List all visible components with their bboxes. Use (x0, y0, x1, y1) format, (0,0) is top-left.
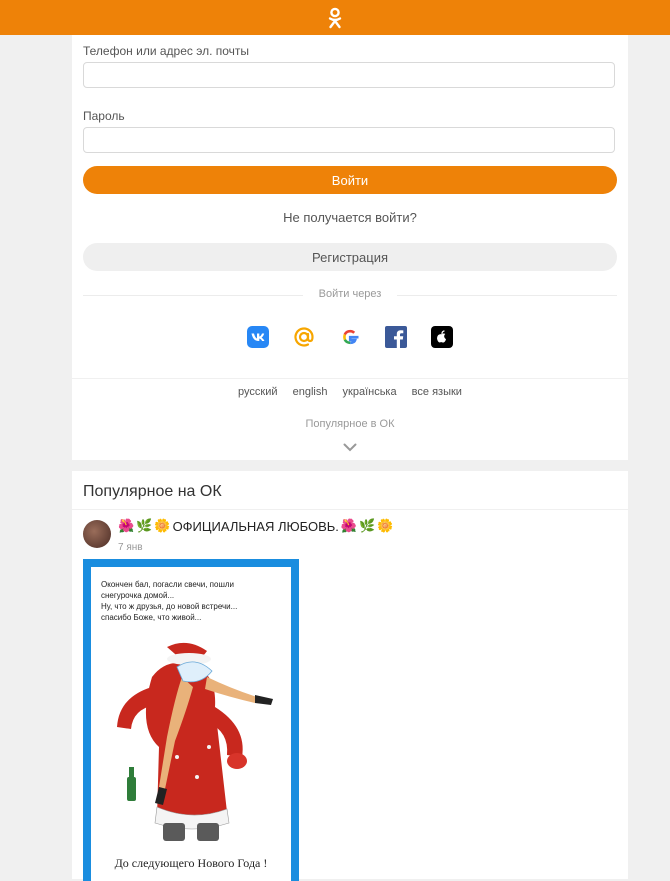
popular-feed-card: Популярное на ОК 🌺 🌿 🌼 ОФИЦИАЛЬНАЯ ЛЮБОВ… (72, 471, 628, 881)
language-russian[interactable]: русский (238, 386, 277, 398)
password-input[interactable] (83, 127, 615, 153)
divider-line-right (397, 295, 617, 296)
top-bar (0, 0, 670, 35)
trouble-login-link[interactable]: Не получается войти? (72, 210, 628, 225)
login-button[interactable]: Войти (83, 166, 617, 194)
post-image[interactable]: Окончен бал, погасли свечи, пошли снегур… (83, 559, 299, 881)
phone-input[interactable] (83, 62, 615, 88)
post-title-text: ОФИЦИАЛЬНАЯ ЛЮБОВЬ. (172, 519, 339, 534)
vk-icon[interactable] (247, 326, 269, 348)
login-via-divider: Войти через (83, 287, 617, 303)
facebook-icon[interactable] (385, 326, 407, 348)
ok-logo-icon[interactable] (328, 7, 342, 29)
register-button[interactable]: Регистрация (83, 243, 617, 271)
santa-illustration (117, 642, 273, 841)
leaf-emoji-icon: 🌿 (359, 519, 376, 534)
avatar[interactable] (83, 520, 111, 548)
leaf-emoji-icon: 🌿 (136, 519, 153, 534)
post-image-content: Окончен бал, погасли свечи, пошли снегур… (91, 567, 291, 881)
login-via-label: Войти через (318, 288, 382, 300)
poem-line: снегурочка домой... (101, 591, 175, 600)
login-card: Телефон или адрес эл. почты Пароль Войти… (72, 35, 628, 460)
blossom-emoji-icon: 🌼 (377, 519, 394, 534)
language-switcher: русский english українська все языки (72, 386, 628, 398)
post-title[interactable]: 🌺 🌿 🌼 ОФИЦИАЛЬНАЯ ЛЮБОВЬ. 🌺 🌿 🌼 (118, 519, 393, 534)
password-label: Пароль (83, 109, 125, 123)
post-date: 7 янв (118, 542, 143, 553)
blossom-emoji-icon: 🌼 (154, 519, 171, 534)
feed-title: Популярное на ОК (83, 483, 222, 500)
post-image-caption: До следующего Нового Года ! (114, 856, 268, 870)
phone-label: Телефон или адрес эл. почты (83, 44, 250, 58)
chevron-down-icon[interactable] (343, 439, 357, 457)
language-english[interactable]: english (293, 386, 328, 398)
google-icon[interactable] (339, 326, 361, 348)
language-ukrainian[interactable]: українська (343, 386, 397, 398)
flower-emoji-icon: 🌺 (340, 519, 358, 534)
apple-icon[interactable] (431, 326, 453, 348)
post-poem: Окончен бал, погасли свечи, пошли снегур… (101, 579, 281, 623)
poem-line: спасибо Боже, что живой... (101, 613, 202, 622)
flower-emoji-icon: 🌺 (118, 519, 135, 534)
popular-link[interactable]: Популярное в ОК (72, 418, 628, 430)
poem-line: Ну, что ж друзья, до новой встречи... (101, 602, 238, 611)
poem-line: Окончен бал, погасли свечи, пошли (101, 580, 234, 589)
feed-separator (72, 509, 628, 510)
language-all[interactable]: все языки (412, 386, 462, 398)
language-separator (72, 378, 628, 379)
mail-ru-icon[interactable] (293, 326, 315, 348)
